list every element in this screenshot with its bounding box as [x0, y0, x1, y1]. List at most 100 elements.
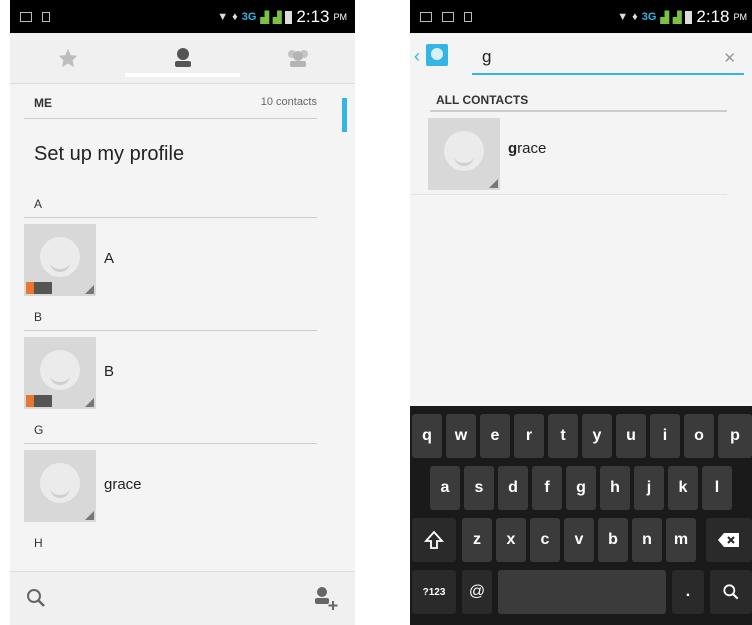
space-key[interactable]: [498, 570, 666, 614]
back-chevron-icon[interactable]: ‹: [414, 46, 420, 67]
key-g[interactable]: g: [566, 466, 596, 510]
contact-item-grace[interactable]: grace: [10, 444, 339, 528]
search-key[interactable]: [710, 570, 752, 614]
key-k[interactable]: k: [668, 466, 698, 510]
status-ampm: PM: [733, 12, 748, 22]
tab-groups[interactable]: [240, 33, 355, 83]
section-letter: G: [34, 423, 44, 437]
avatar[interactable]: [24, 450, 96, 522]
contact-list: ME 10 contacts Set up my profile A A B B: [10, 84, 339, 556]
key-a[interactable]: a: [430, 466, 460, 510]
contacts-screen: ▼ ♦ 3G ▟ ▟ 2:13 PM ME 10 contacts Set up…: [10, 0, 355, 625]
contact-name: grace: [104, 476, 142, 493]
signal-2-icon: ▟: [272, 11, 282, 24]
section-letter: B: [34, 310, 43, 324]
key-w[interactable]: w: [446, 414, 476, 458]
key-m[interactable]: m: [666, 518, 696, 562]
scroll-indicator[interactable]: [342, 98, 347, 132]
key-x[interactable]: x: [496, 518, 526, 562]
key-o[interactable]: o: [684, 414, 714, 458]
status-bar: ▼ ♦ 3G ▟ ▟ 2:18 PM: [410, 0, 752, 33]
key-h[interactable]: h: [600, 466, 630, 510]
key-i[interactable]: i: [650, 414, 680, 458]
contact-item-b[interactable]: B: [10, 331, 339, 415]
key-v[interactable]: v: [564, 518, 594, 562]
key-u[interactable]: u: [616, 414, 646, 458]
me-label: ME: [34, 96, 52, 110]
contact-item-a[interactable]: A: [10, 218, 339, 302]
section-letter: H: [34, 536, 43, 550]
sim-card-icon: [26, 282, 52, 294]
all-contacts-label: ALL CONTACTS: [436, 93, 529, 107]
key-y[interactable]: y: [582, 414, 612, 458]
section-header-b: B: [24, 302, 317, 331]
key-z[interactable]: z: [462, 518, 492, 562]
at-key[interactable]: @: [462, 570, 492, 614]
search-action-bar: ‹ g ✕: [410, 33, 752, 80]
delete-key[interactable]: [706, 518, 752, 562]
section-header-h: H: [24, 528, 317, 556]
section-header-g: G: [24, 415, 317, 444]
screenshot-notification-icon: [20, 12, 32, 22]
contacts-app-icon[interactable]: [426, 44, 448, 66]
clear-icon[interactable]: ✕: [723, 49, 736, 67]
backspace-icon: [718, 533, 739, 547]
key-t[interactable]: t: [548, 414, 578, 458]
signal-icon: ▟: [660, 11, 669, 24]
quick-contact-corner-icon: [489, 179, 498, 188]
key-l[interactable]: l: [702, 466, 732, 510]
key-q[interactable]: q: [412, 414, 442, 458]
status-ampm: PM: [333, 12, 348, 22]
period-key[interactable]: .: [672, 570, 704, 614]
avatar[interactable]: [24, 224, 96, 296]
keyboard-row-3: z x c v b n m: [410, 518, 752, 566]
data-sync-icon: ♦: [632, 11, 638, 23]
default-avatar-icon: [444, 131, 484, 171]
key-c[interactable]: c: [530, 518, 560, 562]
bottom-action-bar: [10, 571, 355, 625]
add-contact-button[interactable]: [311, 584, 339, 617]
network-type: 3G: [641, 11, 657, 23]
key-p[interactable]: p: [718, 414, 752, 458]
sim-card-icon: [26, 395, 52, 407]
section-letter: A: [34, 197, 43, 211]
key-f[interactable]: f: [532, 466, 562, 510]
quick-contact-corner-icon: [85, 398, 94, 407]
status-time: 2:13: [296, 7, 330, 26]
result-name-match: g: [508, 140, 518, 157]
search-result-item[interactable]: grace: [410, 112, 727, 195]
setup-profile-item[interactable]: Set up my profile: [10, 119, 339, 189]
avatar[interactable]: [428, 118, 500, 190]
symbols-key[interactable]: ?123: [412, 570, 456, 614]
storage-notification-icon: [464, 12, 472, 22]
screenshot-notification-icon: [420, 12, 432, 22]
add-contact-icon: [315, 587, 338, 610]
key-d[interactable]: d: [498, 466, 528, 510]
search-icon: [27, 589, 45, 607]
key-r[interactable]: r: [514, 414, 544, 458]
key-b[interactable]: b: [598, 518, 628, 562]
keyboard-row-1: q w e r t y u i o p: [410, 414, 752, 462]
network-type: 3G: [241, 11, 257, 23]
battery-icon: [685, 10, 693, 24]
search-query-text[interactable]: g: [482, 47, 491, 67]
search-button[interactable]: [24, 586, 48, 615]
key-s[interactable]: s: [464, 466, 494, 510]
wifi-icon: ▼: [217, 11, 229, 23]
key-j[interactable]: j: [634, 466, 664, 510]
tab-favorites[interactable]: [10, 33, 125, 83]
default-avatar-icon: [40, 463, 80, 503]
search-input[interactable]: g ✕: [472, 43, 744, 75]
keyboard-row-2: a s d f g h j k l: [410, 466, 752, 514]
keyboard-row-4: ?123 @ .: [410, 570, 752, 618]
tab-bar: [10, 33, 355, 84]
result-name-rest: race: [517, 140, 547, 157]
status-time: 2:18: [696, 7, 730, 26]
tab-indicator: [125, 73, 240, 77]
key-e[interactable]: e: [480, 414, 510, 458]
wifi-icon: ▼: [617, 11, 629, 23]
default-avatar-icon: [40, 237, 80, 277]
key-n[interactable]: n: [632, 518, 662, 562]
shift-key[interactable]: [412, 518, 456, 562]
avatar[interactable]: [24, 337, 96, 409]
